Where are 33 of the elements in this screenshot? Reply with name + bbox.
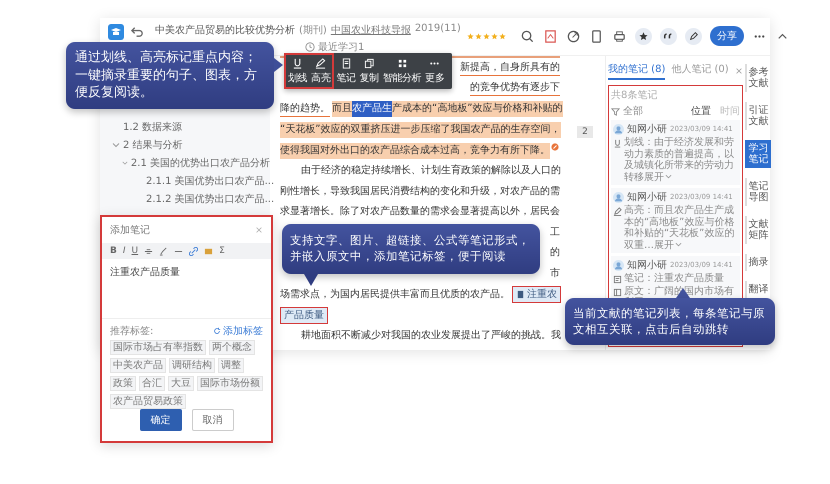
highlighted-text: 产成本的“高地板”效应与价格和补贴的 xyxy=(392,101,563,118)
body-text: 求显著增长。除了对农产品数量的需求会显著提高以外，居民会 xyxy=(280,204,560,220)
recent-study-count: 最近学习1 xyxy=(318,40,364,54)
issue-number: 2019(11) xyxy=(414,23,461,36)
note-text: 划线：由于经济发展和劳动力素质的普遍提高，以及城镇化所带来的劳动力转移展开 xyxy=(624,137,735,183)
notes-count: 共8条笔记 xyxy=(611,88,658,102)
body-text: 的 xyxy=(550,246,560,260)
body-text: 工 xyxy=(550,226,560,240)
body-text: 由于经济的稳定持续增长、计划生育政策的解除以及人口的 xyxy=(301,164,561,178)
note-author: 知网小研 xyxy=(627,190,667,204)
highlighted-text: “天花板”效应的双重挤压进一步压缩了我国农产品的生存空间， xyxy=(280,122,561,138)
underlined-text: 的竞争优势有逐步下 xyxy=(470,81,560,96)
callout: 通过划线、高亮标记重点内容；一键摘录重要的句子、图表，方便反复阅读。 xyxy=(66,42,274,109)
highlighted-text: 而且 xyxy=(332,101,352,118)
note-author: 知网小研 xyxy=(627,122,667,136)
underlined-text: 降的趋势。 xyxy=(280,102,330,117)
body-text: 场需求点，为国内居民提供丰富而且优质的农产品。 xyxy=(280,288,510,302)
body-text: 市 xyxy=(550,266,560,281)
tags-label: 推荐标签: xyxy=(110,324,154,338)
callout: 当前文献的笔记列表，每条笔记与原文相互关联，点击后自动跳转 xyxy=(565,298,775,346)
selected-text: 农产品生 xyxy=(352,101,392,118)
note-author: 知网小研 xyxy=(627,258,667,272)
source-type: (期刊) xyxy=(299,24,327,37)
note-text: 笔记：注重农产品质量 xyxy=(624,273,724,284)
dialog-title: 添加笔记 xyxy=(110,224,150,237)
callout: 支持文字、图片、超链接、公式等笔记形式，并嵌入原文中，添加笔记标签，便于阅读 xyxy=(282,224,540,274)
highlighted-text: 使得我国对外出口的农产品综合成本过高，竞争力有所下降。 xyxy=(280,142,550,159)
body-text: 耕地面积不断减少对我国的农业发展提出了严峻的挑战。我 xyxy=(301,328,561,343)
page-number: 2 xyxy=(577,126,593,138)
underlined-text: 新提高，自身所具有的 xyxy=(460,60,560,76)
body-text: 刚性增长，导致我国居民消费结构的变化和升级，对农产品的需 xyxy=(280,184,560,199)
note-text: 高亮：而且农产品生产成本的“高地板”效应与价格和补贴的“天花板”效应的双重…展开 xyxy=(624,205,736,251)
document-title: 中美农产品贸易的比较优势分析 xyxy=(155,24,295,37)
